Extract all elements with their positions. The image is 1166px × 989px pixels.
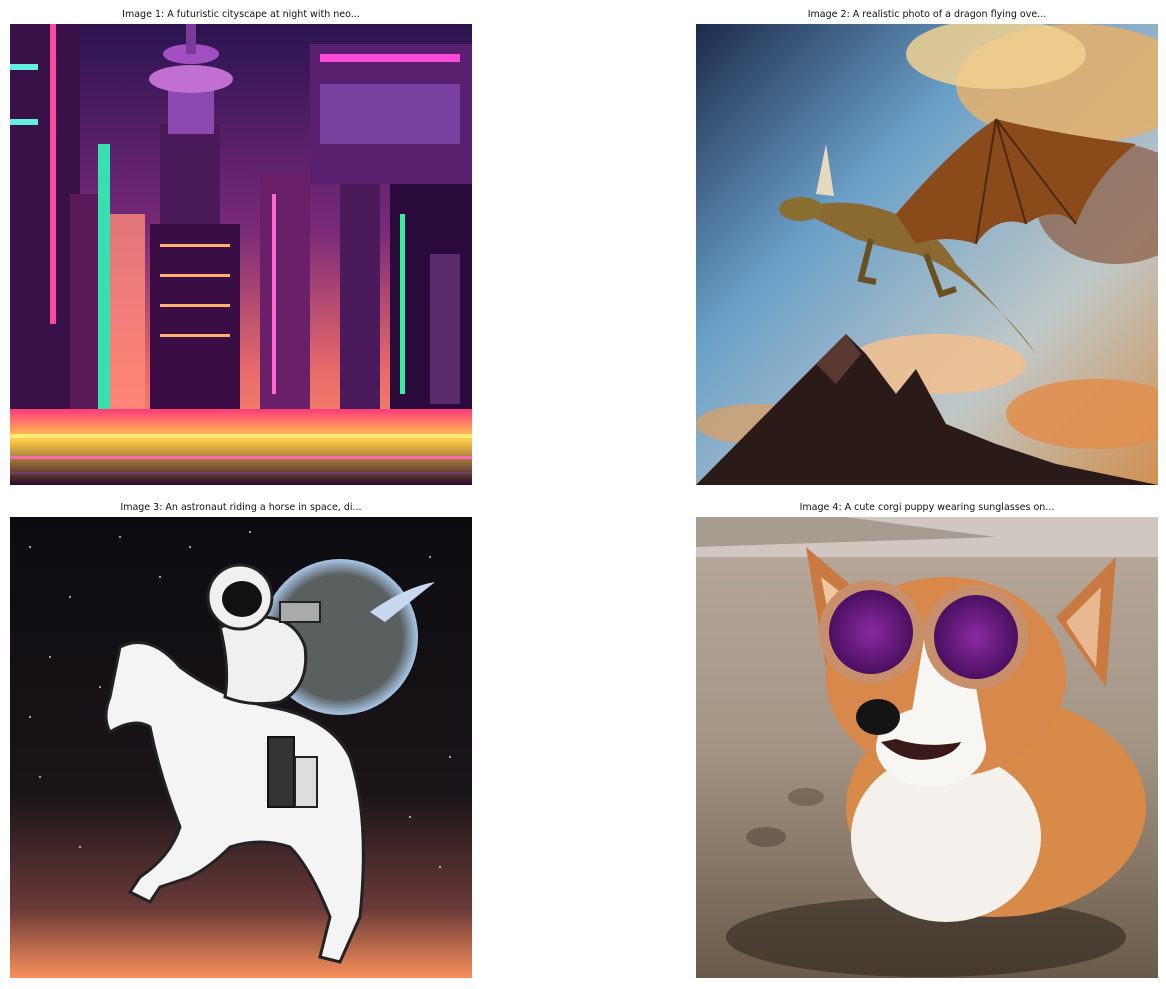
generated-image-4 xyxy=(696,517,1158,978)
generated-image-3 xyxy=(10,517,472,978)
generated-image-1 xyxy=(10,24,472,485)
generated-image-2 xyxy=(696,24,1158,485)
image-caption-2: Image 2: A realistic photo of a dragon f… xyxy=(807,9,1047,20)
image-panel-4: Image 4: A cute corgi puppy wearing sung… xyxy=(696,500,1158,978)
image-caption-1: Image 1: A futuristic cityscape at night… xyxy=(122,9,360,20)
image-caption-3: Image 3: An astronaut riding a horse in … xyxy=(120,502,362,513)
image-panel-3: Image 3: An astronaut riding a horse in … xyxy=(10,500,472,978)
image-panel-2: Image 2: A realistic photo of a dragon f… xyxy=(696,7,1158,485)
image-caption-4: Image 4: A cute corgi puppy wearing sung… xyxy=(799,502,1055,513)
image-panel-1: Image 1: A futuristic cityscape at night… xyxy=(10,7,472,485)
